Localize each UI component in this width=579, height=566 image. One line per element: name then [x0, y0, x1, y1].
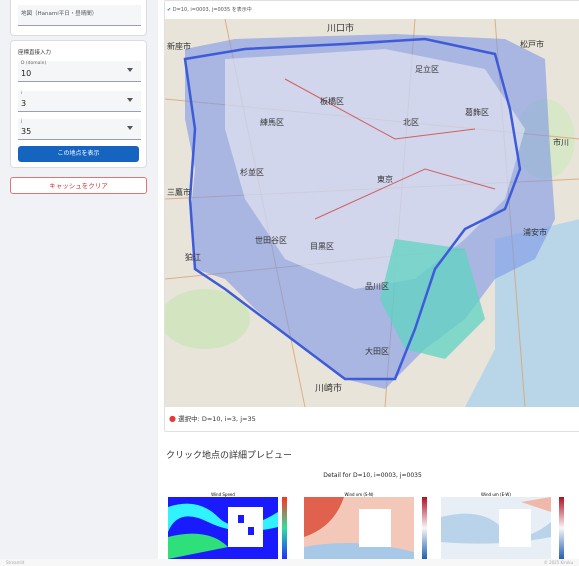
preview-figure-title: Detail for D=10, i=0003, j=0035 — [323, 472, 422, 479]
place-label: 浦安市 — [523, 228, 547, 237]
i-select[interactable]: i 3 — [18, 91, 141, 112]
map-status-text: D=10, i=0003, j=0035 を表示中 — [172, 7, 252, 13]
place-label: 北区 — [403, 118, 419, 127]
coord-section-title: 座標直接入力 — [18, 50, 52, 56]
map-view[interactable]: 川口市 松戸市 新座市 足立区 板橋区 葛飾区 練馬区 北区 杉並区 市川 三鷹… — [165, 19, 579, 407]
map-layer-select[interactable]: 地図（Hanami平日・昼晴間） — [18, 5, 141, 26]
footer-right: © 2025 Kiroku — [543, 560, 573, 565]
i-select-label: i — [21, 91, 23, 96]
place-label: 目黒区 — [310, 242, 334, 251]
i-select-value: 3 — [21, 99, 27, 108]
show-point-button[interactable]: この地点を表示 — [18, 146, 139, 162]
place-label: 狛江 — [185, 253, 201, 262]
place-label: 大田区 — [365, 347, 389, 356]
preview-figure: Detail for D=10, i=0003, j=0035 Wind Spe… — [166, 470, 579, 560]
domain-select[interactable]: D (domain) 10 — [18, 61, 141, 82]
wind-um-plot — [441, 497, 564, 559]
selection-info: ● 選択中: D=10, i=3, j=35 — [169, 413, 256, 423]
map-card: ✔ D=10, i=0003, j=0035 を表示中 川口市 松戸市 新座市 … — [164, 0, 579, 432]
place-label: 品川区 — [365, 282, 389, 291]
map-status: ✔ D=10, i=0003, j=0035 を表示中 — [167, 6, 252, 13]
location-pin-icon: ● — [169, 414, 176, 423]
chevron-down-icon — [127, 68, 133, 72]
preview-panel-wind-speed: Wind Speed — [168, 492, 290, 560]
place-label: 川崎市 — [315, 384, 343, 394]
chevron-down-icon — [127, 98, 133, 102]
place-label: 板橋区 — [320, 97, 344, 106]
place-label: 新座市 — [167, 42, 191, 51]
place-label: 川口市 — [327, 24, 355, 34]
top-select-card: 地図（Hanami平日・昼晴間） — [10, 0, 147, 36]
place-label: 足立区 — [415, 65, 439, 74]
check-icon: ✔ — [167, 7, 172, 13]
main-content: ✔ D=10, i=0003, j=0035 を表示中 川口市 松戸市 新座市 … — [158, 0, 579, 566]
place-label: 葛飾区 — [465, 108, 489, 117]
clear-cache-button[interactable]: キャッシュをクリア — [10, 177, 147, 194]
place-label: 三鷹市 — [167, 188, 191, 197]
map-layer-select-value: 地図（Hanami平日・昼晴間） — [21, 11, 98, 17]
place-label: 東京 — [377, 175, 393, 184]
wind-speed-plot — [168, 497, 287, 559]
coord-input-card: 座標直接入力 D (domain) 10 i 3 j 35 この地点を表示 — [10, 40, 147, 168]
place-label: 杉並区 — [240, 168, 264, 177]
place-label: 世田谷区 — [255, 236, 287, 245]
j-select-label: j — [21, 119, 23, 124]
footer-left: Streamlit — [6, 560, 25, 565]
sidebar: 地図（Hanami平日・昼晴間） 座標直接入力 D (domain) 10 i … — [0, 0, 158, 566]
place-label: 松戸市 — [520, 40, 544, 49]
j-select[interactable]: j 35 — [18, 119, 141, 140]
domain-select-value: 10 — [21, 69, 32, 78]
footer-bar: Streamlit © 2025 Kiroku — [0, 559, 579, 566]
chevron-down-icon — [127, 126, 133, 130]
place-label: 市川 — [553, 138, 569, 147]
preview-heading: クリック地点の詳細プレビュー — [166, 451, 293, 461]
j-select-value: 35 — [21, 127, 32, 136]
wind-vm-plot — [304, 497, 427, 559]
place-label: 練馬区 — [260, 118, 284, 127]
preview-panel-wind-vm: Wind vm (S-N) — [304, 492, 432, 560]
place-labels: 川口市 松戸市 新座市 足立区 板橋区 葛飾区 練馬区 北区 杉並区 市川 三鷹… — [165, 19, 579, 407]
selection-text: 選択中: D=10, i=3, j=35 — [178, 415, 256, 423]
domain-select-label: D (domain) — [21, 61, 47, 66]
preview-panel-wind-um: Wind um (E-W) — [441, 492, 571, 560]
